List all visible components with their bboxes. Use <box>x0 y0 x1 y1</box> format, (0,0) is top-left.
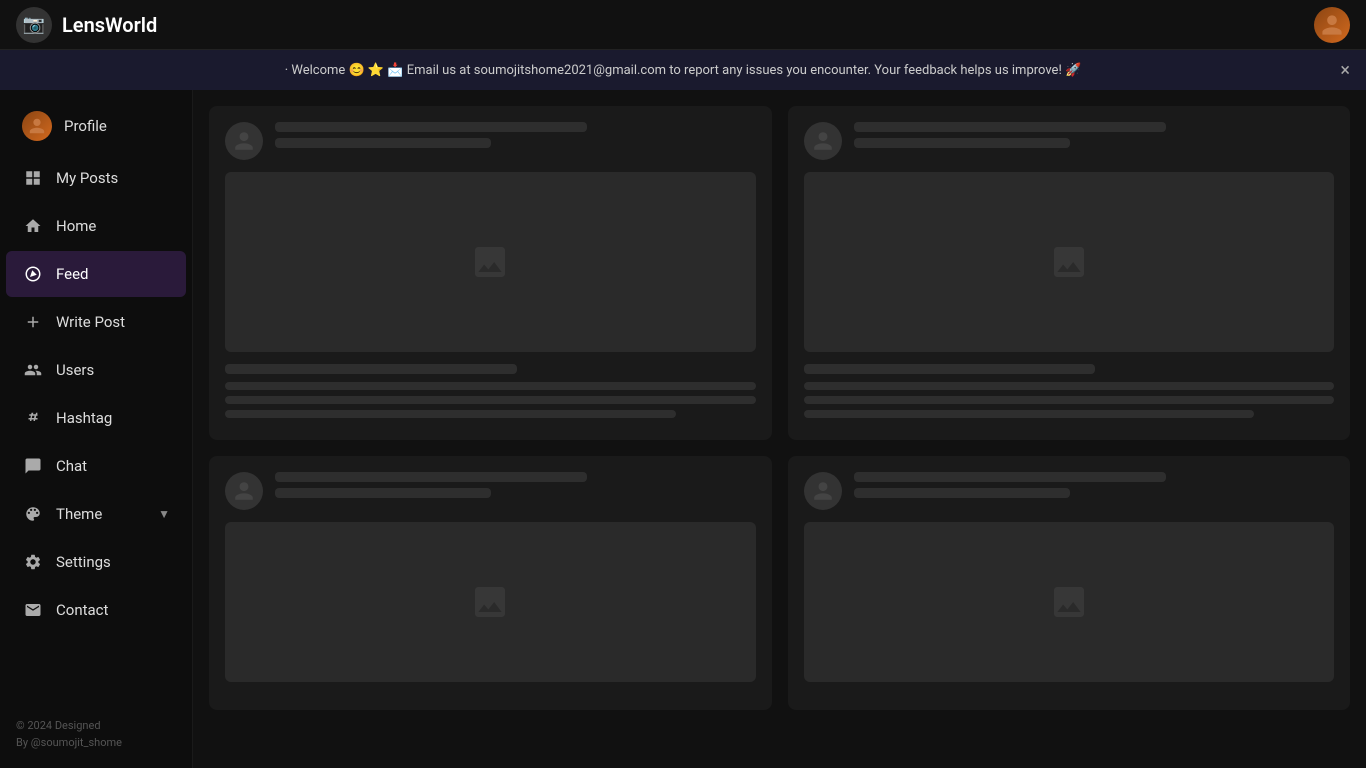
skeleton-timestamp-4 <box>854 488 1070 498</box>
sidebar-item-theme[interactable]: Theme ▼ <box>6 491 186 537</box>
post-avatar-4 <box>804 472 842 510</box>
skeleton-text-1b <box>225 396 756 404</box>
post-content-2 <box>804 364 1335 418</box>
sidebar-feed-label: Feed <box>56 265 89 283</box>
people-icon <box>22 359 44 381</box>
post-image-2 <box>804 172 1335 352</box>
post-header-1 <box>225 122 756 160</box>
sidebar-item-write-post[interactable]: Write Post <box>6 299 186 345</box>
sidebar-settings-label: Settings <box>56 553 111 571</box>
sidebar-hashtag-label: Hashtag <box>56 409 112 427</box>
banner-close-button[interactable]: × <box>1340 60 1350 81</box>
post-meta-1 <box>275 122 756 154</box>
post-meta-2 <box>854 122 1335 154</box>
skeleton-username-3 <box>275 472 587 482</box>
sidebar-home-label: Home <box>56 217 96 235</box>
sidebar-my-posts-label: My Posts <box>56 169 118 187</box>
post-image-1 <box>225 172 756 352</box>
sidebar-item-contact[interactable]: Contact <box>6 587 186 633</box>
sidebar-write-post-label: Write Post <box>56 313 125 331</box>
post-header-3 <box>225 472 756 510</box>
chevron-down-icon: ▼ <box>158 507 170 521</box>
compass-icon <box>22 263 44 285</box>
sidebar-item-users[interactable]: Users <box>6 347 186 393</box>
skeleton-text-1a <box>225 382 756 390</box>
skeleton-title-1 <box>225 364 517 374</box>
post-avatar-2 <box>804 122 842 160</box>
app-header: 📷 LensWorld <box>0 0 1366 50</box>
post-meta-3 <box>275 472 756 504</box>
skeleton-text-2a <box>804 382 1335 390</box>
sidebar-users-label: Users <box>56 361 94 379</box>
post-header-4 <box>804 472 1335 510</box>
skeleton-timestamp-1 <box>275 138 491 148</box>
skeleton-text-2b <box>804 396 1335 404</box>
post-avatar-1 <box>225 122 263 160</box>
post-card-3 <box>209 456 772 710</box>
sidebar-item-my-posts[interactable]: My Posts <box>6 155 186 201</box>
home-icon <box>22 215 44 237</box>
header-brand: 📷 LensWorld <box>16 7 157 43</box>
contact-icon <box>22 599 44 621</box>
skeleton-text-1c <box>225 410 676 418</box>
post-image-3 <box>225 522 756 682</box>
post-header-2 <box>804 122 1335 160</box>
posts-grid <box>209 106 1350 710</box>
footer-line2: By @soumojit_shome <box>16 734 176 752</box>
skeleton-timestamp-2 <box>854 138 1070 148</box>
skeleton-username-4 <box>854 472 1166 482</box>
sidebar-item-feed[interactable]: Feed <box>6 251 186 297</box>
sidebar-item-home[interactable]: Home <box>6 203 186 249</box>
footer-line1: © 2024 Designed <box>16 717 176 735</box>
skeleton-username-1 <box>275 122 587 132</box>
main-layout: Profile My Posts Home Feed <box>0 90 1366 768</box>
main-content <box>193 90 1366 768</box>
post-card-1 <box>209 106 772 440</box>
hash-icon <box>22 407 44 429</box>
sidebar-profile-label: Profile <box>64 117 107 135</box>
grid-icon <box>22 167 44 189</box>
post-avatar-3 <box>225 472 263 510</box>
sidebar-contact-label: Contact <box>56 601 108 619</box>
chat-icon <box>22 455 44 477</box>
post-content-1 <box>225 364 756 418</box>
skeleton-title-2 <box>804 364 1096 374</box>
sidebar-chat-label: Chat <box>56 457 87 475</box>
skeleton-timestamp-3 <box>275 488 491 498</box>
post-image-4 <box>804 522 1335 682</box>
app-title: LensWorld <box>62 13 157 37</box>
sidebar-item-chat[interactable]: Chat <box>6 443 186 489</box>
sidebar-item-settings[interactable]: Settings <box>6 539 186 585</box>
sidebar-profile-avatar <box>22 111 52 141</box>
sidebar-footer: © 2024 Designed By @soumojit_shome <box>0 701 192 768</box>
post-card-2 <box>788 106 1351 440</box>
plus-icon <box>22 311 44 333</box>
sidebar: Profile My Posts Home Feed <box>0 90 193 768</box>
palette-icon <box>22 503 44 525</box>
skeleton-text-2c <box>804 410 1255 418</box>
skeleton-username-2 <box>854 122 1166 132</box>
user-avatar-header[interactable] <box>1314 7 1350 43</box>
sidebar-item-hashtag[interactable]: Hashtag <box>6 395 186 441</box>
post-meta-4 <box>854 472 1335 504</box>
sidebar-item-profile[interactable]: Profile <box>6 99 186 153</box>
gear-icon <box>22 551 44 573</box>
notification-banner: · Welcome 😊 ⭐ 📩 Email us at soumojitshom… <box>0 50 1366 90</box>
banner-text: · Welcome 😊 ⭐ 📩 Email us at soumojitshom… <box>285 63 1081 78</box>
post-card-4 <box>788 456 1351 710</box>
sidebar-theme-label: Theme <box>56 505 102 523</box>
app-logo: 📷 <box>16 7 52 43</box>
